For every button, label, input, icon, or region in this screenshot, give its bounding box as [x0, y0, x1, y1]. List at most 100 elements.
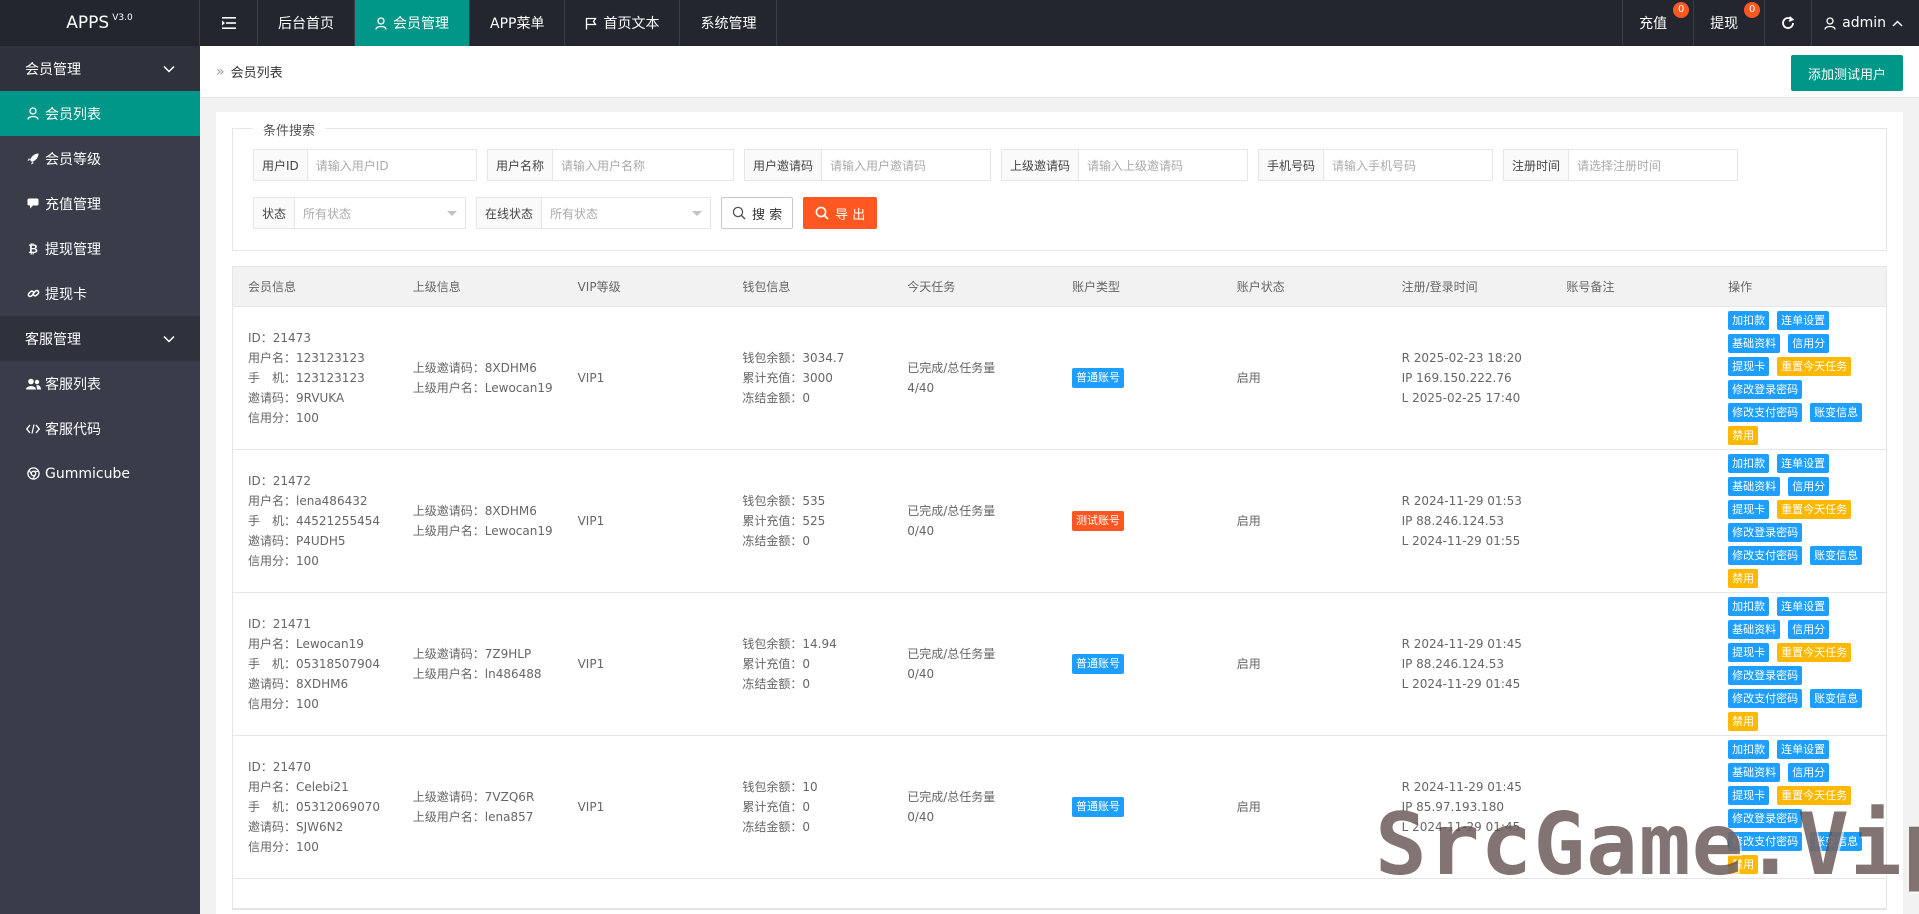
operation-button[interactable]: 账变信息 — [1810, 832, 1863, 851]
operation-button[interactable]: 重置今天任务 — [1777, 500, 1852, 519]
operation-button[interactable]: 加扣款 — [1728, 597, 1770, 616]
operation-button[interactable]: 连单设置 — [1777, 454, 1830, 473]
phone-input[interactable]: 请输入手机号码 — [1324, 150, 1424, 180]
operation-button[interactable]: 禁用 — [1728, 712, 1759, 731]
withdraw-notice[interactable]: 提现 0 — [1693, 0, 1764, 46]
operation-button[interactable]: 基础资料 — [1728, 477, 1781, 496]
operation-button[interactable]: 基础资料 — [1728, 763, 1781, 782]
sidebar-item-cs-list[interactable]: 客服列表 — [0, 361, 200, 406]
top-nav-member-management[interactable]: 会员管理 — [355, 0, 470, 46]
invite-code-field: 用户邀请码 请输入用户邀请码 — [744, 149, 991, 181]
search-button-label: 搜 索 — [752, 207, 783, 223]
sidebar-item-withdraw-card[interactable]: 提现卡 — [0, 271, 200, 316]
status-select[interactable]: 所有状态 — [295, 198, 465, 228]
top-nav-system-management[interactable]: 系统管理 — [680, 0, 778, 46]
account-type-cell: 普通账号 — [1057, 593, 1222, 735]
register-login-time-line: L 2024-11-29 01:45 — [1401, 677, 1521, 691]
operation-button[interactable]: 修改支付密码 — [1728, 546, 1803, 565]
table-body: ID：21473 用户名：123123123 手 机：123123123 邀请码：9R… — [233, 307, 1886, 909]
search-row-2: 状态 所有状态 在线状态 所有状态 搜 索 导 出 — [253, 197, 878, 229]
register-time-input[interactable]: 请选择注册时间 — [1569, 150, 1669, 180]
online-status-select[interactable]: 所有状态 — [542, 198, 710, 228]
operation-button[interactable]: 信用分 — [1788, 620, 1830, 639]
admin-user-menu[interactable]: admin — [1811, 0, 1919, 46]
sidebar-item-member-list[interactable]: 会员列表 — [0, 91, 200, 136]
code-icon — [25, 423, 41, 434]
sidebar-item-recharge-management[interactable]: 充值管理 — [0, 181, 200, 226]
table-header-cell: 今天任务 — [907, 280, 956, 294]
operation-button[interactable]: 账变信息 — [1810, 546, 1863, 565]
operation-button[interactable]: 连单设置 — [1777, 311, 1830, 330]
refresh-button[interactable] — [1764, 0, 1811, 46]
app-logo[interactable]: APPS V3.0 — [0, 0, 200, 46]
top-nav-dashboard[interactable]: 后台首页 — [258, 0, 355, 46]
wallet-info-line: 冻结金额：0 — [742, 391, 811, 405]
operation-button[interactable]: 提现卡 — [1728, 643, 1770, 662]
operation-button[interactable]: 禁用 — [1728, 426, 1759, 445]
vip-level-cell: VIP1 — [563, 307, 728, 449]
parent-invite-code-input[interactable]: 请输入上级邀请码 — [1079, 150, 1191, 180]
operation-button[interactable]: 提现卡 — [1728, 500, 1770, 519]
operation-button[interactable]: 连单设置 — [1777, 597, 1830, 616]
operation-button[interactable]: 禁用 — [1728, 855, 1759, 874]
operation-button[interactable]: 提现卡 — [1728, 786, 1770, 805]
main-content: » 会员列表 添加测试用户 条件搜索 用户ID 请输入用户ID 用户名称 请输入… — [200, 46, 1919, 914]
account-type-cell: 测试账号 — [1057, 450, 1222, 592]
operation-button[interactable]: 修改登录密码 — [1728, 523, 1803, 542]
operation-button[interactable]: 基础资料 — [1728, 620, 1781, 639]
account-status: 启用 — [1236, 371, 1261, 385]
operation-button[interactable]: 修改支付密码 — [1728, 689, 1803, 708]
sidebar-group-member-management[interactable]: 会员管理 — [0, 46, 200, 91]
recharge-notice[interactable]: 充值 0 — [1622, 0, 1693, 46]
export-button[interactable]: 导 出 — [803, 197, 878, 229]
field-label: 在线状态 — [477, 198, 543, 228]
sidebar-group-customer-service[interactable]: 客服管理 — [0, 316, 200, 361]
operation-button[interactable]: 连单设置 — [1777, 740, 1830, 759]
invite-code-input[interactable]: 请输入用户邀请码 — [822, 150, 934, 180]
operation-button[interactable]: 重置今天任务 — [1777, 643, 1852, 662]
operation-button[interactable]: 修改登录密码 — [1728, 809, 1803, 828]
search-button[interactable]: 搜 索 — [721, 197, 794, 229]
operation-button[interactable]: 提现卡 — [1728, 357, 1770, 376]
top-nav-home-text[interactable]: 首页文本 — [565, 0, 681, 46]
today-task-line: 0/40 — [907, 524, 935, 538]
operation-button[interactable]: 加扣款 — [1728, 311, 1770, 330]
operation-button[interactable]: 重置今天任务 — [1777, 357, 1852, 376]
parent-info-cell: 上级邀请码：7Z9HLP 上级用户名：ln486488 — [398, 593, 563, 735]
user-id-input[interactable]: 请输入用户ID — [308, 150, 397, 180]
operation-button[interactable]: 重置今天任务 — [1777, 786, 1852, 805]
member-info-line: 用户名：123123123 — [248, 351, 365, 365]
operation-button[interactable]: 加扣款 — [1728, 740, 1770, 759]
add-test-user-button[interactable]: 添加测试用户 — [1790, 55, 1903, 91]
table-header-cell: 账户状态 — [1236, 280, 1285, 294]
operation-button[interactable]: 账变信息 — [1810, 689, 1863, 708]
phone-field: 手机号码 请输入手机号码 — [1258, 149, 1493, 181]
sidebar-item-withdraw-management[interactable]: ₿ 提现管理 — [0, 226, 200, 271]
sidebar-item-cs-code[interactable]: 客服代码 — [0, 406, 200, 451]
member-table: 会员信息 上级信息 VIP等级 钱包信息 今天任务 账户类型 账户状态 注册/登… — [232, 266, 1887, 910]
member-info-line: 邀请码：8XDHM6 — [248, 677, 349, 691]
sidebar-item-member-level[interactable]: 会员等级 — [0, 136, 200, 181]
register-login-time-cell: R 2024-11-29 01:45 IP 88.246.124.53 L 2024… — [1387, 593, 1552, 735]
operation-button[interactable]: 修改支付密码 — [1728, 832, 1803, 851]
refresh-icon — [1782, 16, 1795, 29]
username-input[interactable]: 请输入用户名称 — [553, 150, 653, 180]
breadcrumb: » 会员列表 — [200, 46, 1919, 98]
breadcrumb-current[interactable]: 会员列表 — [231, 62, 283, 81]
operation-button[interactable]: 禁用 — [1728, 569, 1759, 588]
operation-button[interactable]: 信用分 — [1788, 763, 1830, 782]
operation-button[interactable]: 修改支付密码 — [1728, 403, 1803, 422]
operation-button[interactable]: 加扣款 — [1728, 454, 1770, 473]
account-status: 启用 — [1236, 800, 1261, 814]
operation-button[interactable]: 基础资料 — [1728, 334, 1781, 353]
operation-button[interactable]: 修改登录密码 — [1728, 380, 1803, 399]
sidebar-toggle-button[interactable] — [200, 0, 258, 46]
sidebar-item-gummicube[interactable]: Gummicube — [0, 451, 200, 496]
chevron-up-icon — [1892, 19, 1903, 27]
operation-button[interactable]: 账变信息 — [1810, 403, 1863, 422]
operation-button[interactable]: 修改登录密码 — [1728, 666, 1803, 685]
top-nav-app-menu[interactable]: APP菜单 — [470, 0, 566, 46]
field-label: 状态 — [254, 198, 296, 228]
operation-button[interactable]: 信用分 — [1788, 477, 1830, 496]
operation-button[interactable]: 信用分 — [1788, 334, 1830, 353]
